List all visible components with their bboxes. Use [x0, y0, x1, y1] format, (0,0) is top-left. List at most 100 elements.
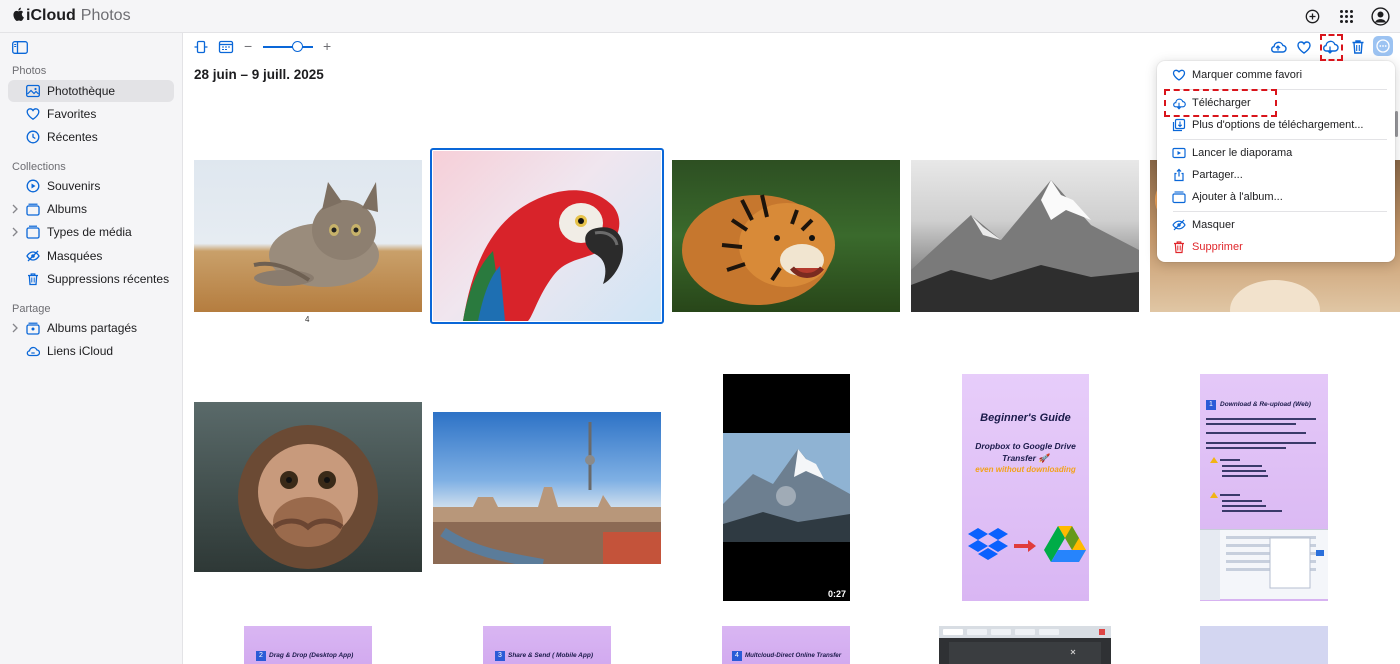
zoom-out-button[interactable]: − — [244, 38, 252, 54]
album-stack-icon — [26, 202, 40, 216]
sidebar-toggle-icon[interactable] — [12, 41, 28, 54]
photo-library-icon — [26, 84, 40, 98]
sidebar-item-label: Liens iCloud — [47, 344, 114, 358]
google-drive-logo-icon — [1044, 526, 1086, 562]
sidebar-item-recents[interactable]: Récentes — [8, 126, 174, 148]
guide-line1: Dropbox to Google Drive — [975, 441, 1076, 451]
vertical-scrollbar[interactable] — [1395, 111, 1398, 137]
top-bar: iCloud Photos — [0, 0, 1400, 33]
sidebar-item-label: Souvenirs — [47, 179, 101, 193]
guide-share-send-thumb[interactable]: 3 Share & Send ( Mobile App) — [483, 626, 611, 664]
photo-parrot[interactable] — [433, 151, 661, 321]
menu-separator — [1173, 139, 1387, 140]
photo-tiger[interactable] — [672, 160, 900, 312]
photo-monkey[interactable] — [194, 402, 422, 572]
guide-line2: Transfer 🚀 — [1002, 453, 1049, 463]
menu-item-slideshow[interactable]: Lancer le diaporama — [1157, 143, 1395, 163]
zoom-slider-knob[interactable] — [292, 41, 303, 52]
favorite-heart-icon[interactable] — [1295, 38, 1313, 56]
menu-item-label: Lancer le diaporama — [1192, 147, 1293, 159]
guide-multcloud-thumb[interactable]: 4 Multcloud-Direct Online Transfer — [722, 626, 850, 664]
slideshow-icon — [1172, 146, 1186, 160]
video-mountain[interactable] — [723, 374, 850, 601]
trash-icon — [1172, 240, 1186, 254]
apple-logo-icon — [12, 7, 24, 25]
highlight-download-menu-item — [1164, 89, 1277, 117]
heart-icon — [26, 107, 40, 121]
guide-step-title: Download & Re-upload (Web) — [1220, 401, 1311, 408]
sidebar-item-hidden[interactable]: Masquées — [8, 245, 174, 267]
menu-item-label: Partager... — [1192, 169, 1243, 181]
section-sharing: Partage — [12, 303, 51, 315]
photo-mountain-bw[interactable] — [911, 160, 1139, 312]
menu-item-label: Plus d'options de téléchargement... — [1192, 119, 1364, 131]
screenshot-preview — [1200, 529, 1328, 600]
step-badge: 2 — [256, 651, 266, 661]
eye-slash-icon — [26, 249, 40, 263]
clock-icon — [26, 130, 40, 144]
menu-item-add-to-album[interactable]: Ajouter à l'album... — [1157, 187, 1395, 207]
menu-item-label: Masquer — [1192, 219, 1235, 231]
add-to-album-icon — [1172, 190, 1186, 204]
sidebar-item-label: Favorites — [47, 107, 97, 121]
sidebar-item-favorites[interactable]: Favorites — [8, 103, 174, 125]
zoom-in-button[interactable]: + — [323, 38, 331, 54]
guide-drag-drop-thumb[interactable]: 2 Drag & Drop (Desktop App) — [244, 626, 372, 664]
eye-slash-icon — [1172, 218, 1186, 232]
heart-icon — [1172, 68, 1186, 82]
brand-photos: Photos — [80, 7, 131, 24]
sidebar-item-albums[interactable]: Albums — [8, 198, 174, 220]
photo-count-label: 4 — [305, 315, 310, 324]
share-icon — [1172, 168, 1186, 182]
guide-step-title: Share & Send ( Mobile App) — [508, 652, 593, 659]
guide-title: Beginner's Guide — [980, 412, 1071, 424]
zoom-slider[interactable] — [263, 46, 313, 48]
sidebar-item-media-types[interactable]: Types de média — [8, 221, 174, 243]
guide-step-title: Drag & Drop (Desktop App) — [269, 652, 354, 659]
chevron-right-icon[interactable] — [10, 226, 20, 238]
photo-berlin-city[interactable] — [433, 412, 661, 564]
add-plus-circle-icon[interactable] — [1302, 6, 1322, 26]
sidebar-item-recently-deleted[interactable]: Suppressions récentes — [8, 268, 174, 290]
date-range-title: 28 juin – 9 juill. 2025 — [194, 67, 324, 82]
photo-screenshot-browser[interactable] — [939, 626, 1111, 664]
sidebar-item-label: Types de média — [47, 225, 132, 239]
app-grid-icon[interactable] — [1336, 6, 1356, 26]
sidebar-item-icloud-links[interactable]: Liens iCloud — [8, 340, 174, 362]
menu-item-label: Ajouter à l'album... — [1192, 191, 1283, 203]
sidebar-item-label: Photothèque — [47, 84, 116, 98]
sidebar-item-label: Récentes — [47, 130, 98, 144]
menu-item-share[interactable]: Partager... — [1157, 165, 1395, 185]
menu-item-hide[interactable]: Masquer — [1157, 215, 1395, 235]
menu-item-favorite[interactable]: Marquer comme favori — [1157, 65, 1395, 85]
more-options-icon[interactable] — [1373, 36, 1393, 56]
guide-line3: even without downloading — [975, 465, 1076, 474]
shared-album-icon — [26, 321, 40, 335]
sidebar-item-memories[interactable]: Souvenirs — [8, 175, 174, 197]
chevron-right-icon[interactable] — [10, 203, 20, 215]
guide-download-reupload-thumb[interactable]: 1 Download & Re-upload (Web) — [1200, 374, 1328, 601]
calendar-view-icon[interactable] — [218, 39, 234, 55]
account-avatar-icon[interactable] — [1370, 6, 1390, 26]
sidebar-item-label: Masquées — [47, 249, 103, 263]
upload-cloud-icon[interactable] — [1269, 38, 1287, 56]
rotate-device-icon[interactable] — [193, 39, 209, 55]
guide-beginners-thumb[interactable]: Beginner's Guide Dropbox to Google Drive… — [962, 374, 1089, 601]
dropbox-logo-icon — [968, 528, 1008, 560]
section-collections: Collections — [12, 161, 66, 173]
delete-trash-icon[interactable] — [1349, 38, 1367, 56]
photo-partial-bottom[interactable] — [1200, 626, 1328, 664]
menu-item-more-download-options[interactable]: Plus d'options de téléchargement... — [1157, 115, 1395, 135]
video-duration: 0:27 — [828, 589, 847, 599]
menu-item-delete[interactable]: Supprimer — [1157, 237, 1395, 257]
step-badge: 1 — [1206, 400, 1216, 410]
photo-kitten[interactable] — [194, 160, 422, 312]
sidebar-item-library[interactable]: Photothèque — [8, 80, 174, 102]
app-brand[interactable]: iCloud Photos — [12, 7, 131, 25]
arrow-right-icon — [1014, 540, 1036, 552]
sidebar-item-label: Albums partagés — [47, 321, 138, 335]
sidebar-item-shared-albums[interactable]: Albums partagés — [8, 317, 174, 339]
chevron-right-icon[interactable] — [10, 322, 20, 334]
sidebar-item-label: Suppressions récentes — [47, 272, 170, 286]
cloud-link-icon — [26, 344, 41, 358]
